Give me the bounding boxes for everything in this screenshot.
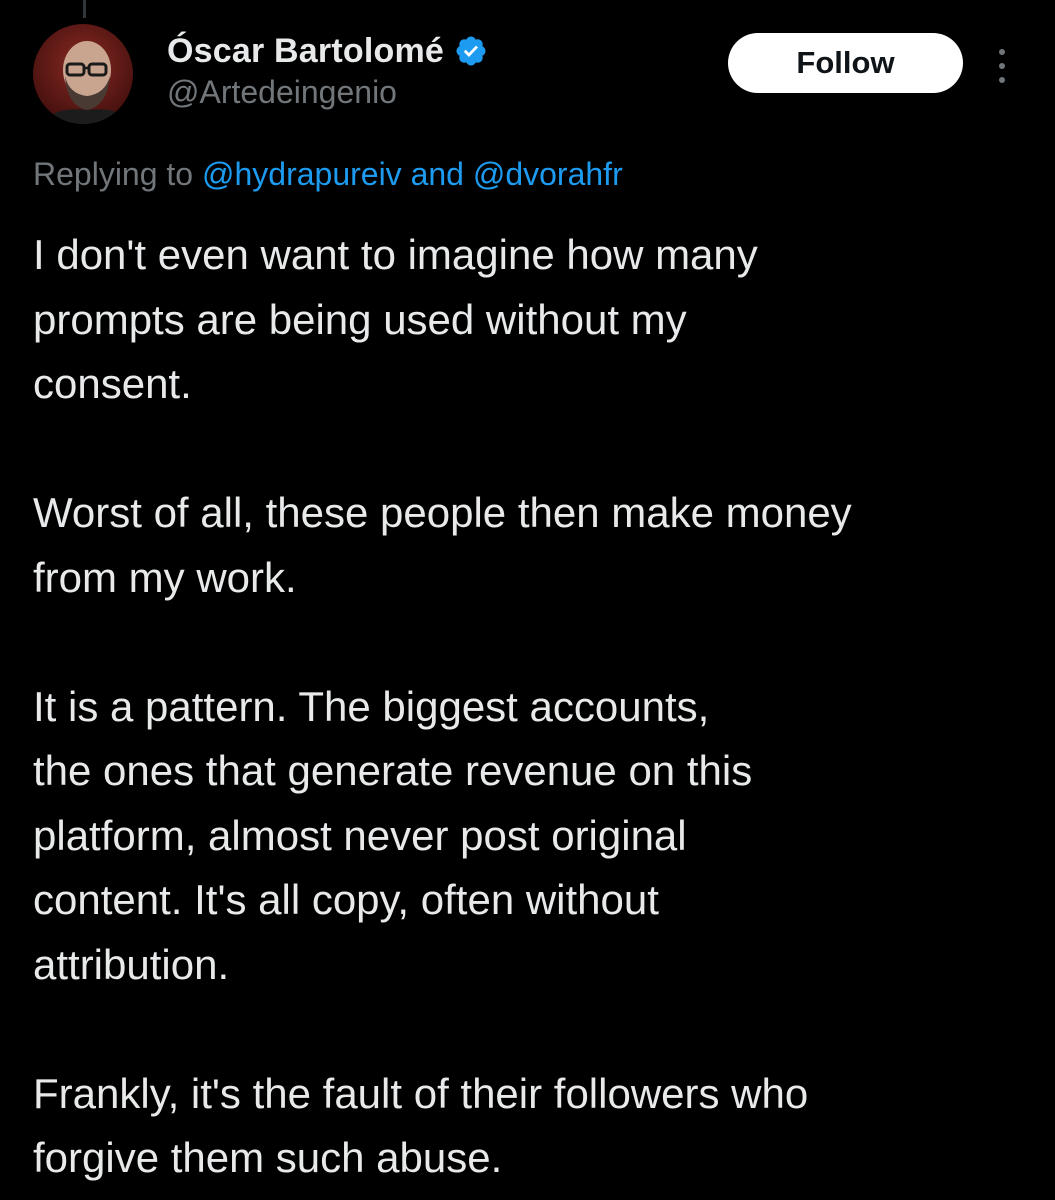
tweet-text: I don't even want to imagine how many pr…	[33, 223, 1043, 1191]
user-avatar-icon[interactable]	[33, 24, 133, 124]
author-info: Óscar Bartolomé @Artedeingenio	[167, 30, 488, 111]
tweet-header: Óscar Bartolomé @Artedeingenio Follow	[33, 24, 1023, 124]
tweet-paragraph: It is a pattern. The biggest accounts, t…	[33, 682, 753, 988]
mention-link-dvorahfr[interactable]: @dvorahfr	[473, 156, 623, 192]
mention-connector: and	[401, 156, 473, 192]
tweet-paragraph: Frankly, it's the fault of their followe…	[33, 1069, 809, 1182]
tweet-paragraph: Worst of all, these people then make mon…	[33, 489, 852, 601]
more-vertical-icon[interactable]	[994, 44, 1010, 88]
name-row: Óscar Bartolomé	[167, 30, 488, 72]
tweet-paragraph: I don't even want to imagine how many pr…	[33, 231, 758, 407]
reply-context: Replying to @hydrapureiv and @dvorahfr	[33, 156, 623, 193]
author-handle[interactable]: @Artedeingenio	[167, 74, 488, 111]
thread-connector-line	[83, 0, 86, 18]
reply-prefix: Replying to	[33, 156, 202, 192]
follow-button[interactable]: Follow	[728, 33, 963, 93]
mention-link-hydrapureiv[interactable]: @hydrapureiv	[202, 156, 402, 192]
author-display-name[interactable]: Óscar Bartolomé	[167, 32, 444, 71]
verified-badge-icon	[454, 34, 488, 68]
